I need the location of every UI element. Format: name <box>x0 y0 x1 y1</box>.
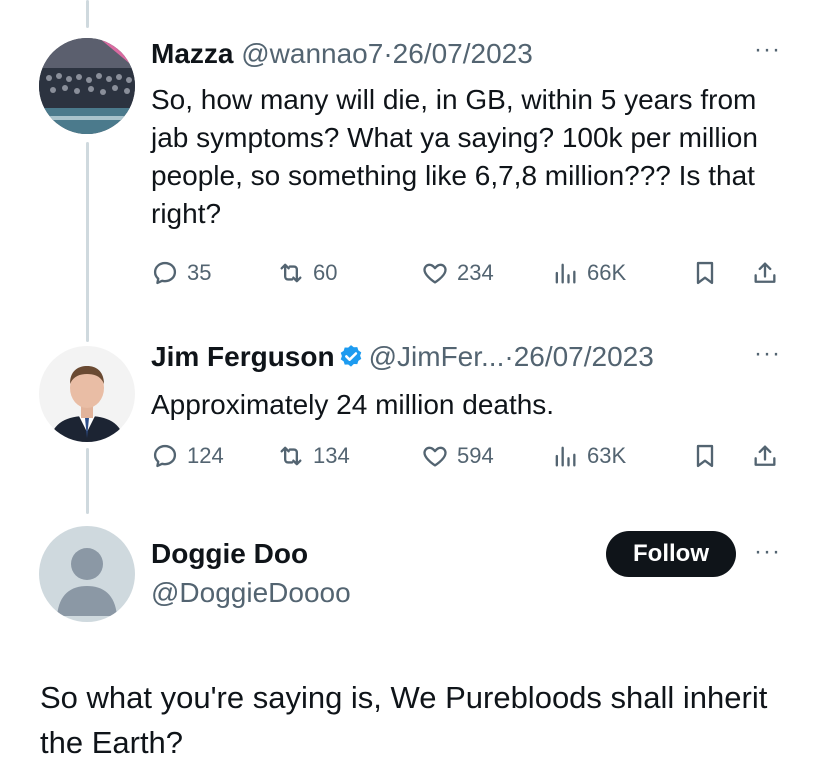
avatar-default[interactable] <box>39 526 135 622</box>
share-button[interactable] <box>751 442 779 470</box>
reply-icon <box>153 444 177 468</box>
author-handle[interactable]: @wannao7 <box>241 38 383 69</box>
author-handle[interactable]: @JimFer... <box>369 341 505 372</box>
share-button[interactable] <box>751 259 779 287</box>
reply-count: 124 <box>187 443 224 468</box>
reply-button[interactable]: 35 <box>151 259 211 287</box>
heart-icon <box>423 446 447 467</box>
avatar-jim-ferguson[interactable] <box>39 346 135 442</box>
view-count: 66K <box>587 260 627 285</box>
avatar-mazza[interactable] <box>39 38 135 134</box>
tweet-1-actions: 35 60 234 66K <box>151 259 791 289</box>
bookmark-icon <box>696 444 714 468</box>
thread-line-1 <box>86 142 89 342</box>
tweet-date[interactable]: 26/07/2023 <box>393 38 533 69</box>
views-icon <box>555 446 576 467</box>
heart-icon <box>423 263 447 284</box>
retweet-button[interactable]: 60 <box>277 259 337 287</box>
retweet-button[interactable]: 134 <box>277 442 350 470</box>
share-icon <box>754 445 776 466</box>
thread-line-2 <box>86 448 89 514</box>
bookmark-button[interactable] <box>691 259 719 287</box>
verified-badge-icon <box>340 345 361 367</box>
more-options-icon[interactable]: ··· <box>754 36 781 64</box>
author-name[interactable]: Jim Ferguson <box>151 341 335 372</box>
like-count: 594 <box>457 443 494 468</box>
retweet-icon <box>280 263 302 283</box>
views-button[interactable]: 63K <box>551 442 626 470</box>
retweet-icon <box>280 446 302 466</box>
views-button[interactable]: 66K <box>551 259 626 287</box>
tweet-1-text: So, how many will die, in GB, within 5 y… <box>151 84 758 229</box>
separator-dot: · <box>504 341 514 372</box>
main-tweet-text: So what you're saying is, We Purebloods … <box>40 680 768 760</box>
tweet-1-header: Mazza @wannao7·26/07/2023 <box>151 37 533 71</box>
retweet-count: 134 <box>313 443 350 468</box>
bookmark-icon <box>696 261 714 285</box>
tweet-date[interactable]: 26/07/2023 <box>514 341 654 372</box>
main-author-name[interactable]: Doggie Doo <box>151 537 308 571</box>
tweet-2-text: Approximately 24 million deaths. <box>151 389 555 420</box>
like-count: 234 <box>457 260 494 285</box>
like-button[interactable]: 594 <box>421 442 494 470</box>
main-author-handle[interactable]: @DoggieDoooo <box>151 576 351 610</box>
reply-icon <box>153 261 177 285</box>
tweet-2-actions: 124 134 594 63K <box>151 442 791 472</box>
tweet-2-header: Jim Ferguson @JimFer...·26/07/2023 <box>151 340 654 374</box>
reply-button[interactable]: 124 <box>151 442 224 470</box>
share-icon <box>754 262 776 283</box>
like-button[interactable]: 234 <box>421 259 494 287</box>
more-options-icon[interactable]: ··· <box>754 340 781 368</box>
more-options-icon[interactable]: ··· <box>754 538 781 566</box>
view-count: 63K <box>587 443 627 468</box>
separator-dot: · <box>383 38 393 69</box>
views-icon <box>555 263 576 284</box>
bookmark-button[interactable] <box>691 442 719 470</box>
follow-button[interactable]: Follow <box>606 531 736 577</box>
author-name[interactable]: Mazza <box>151 38 233 69</box>
reply-count: 35 <box>187 260 212 285</box>
retweet-count: 60 <box>313 260 338 285</box>
thread-line-top <box>86 0 89 28</box>
